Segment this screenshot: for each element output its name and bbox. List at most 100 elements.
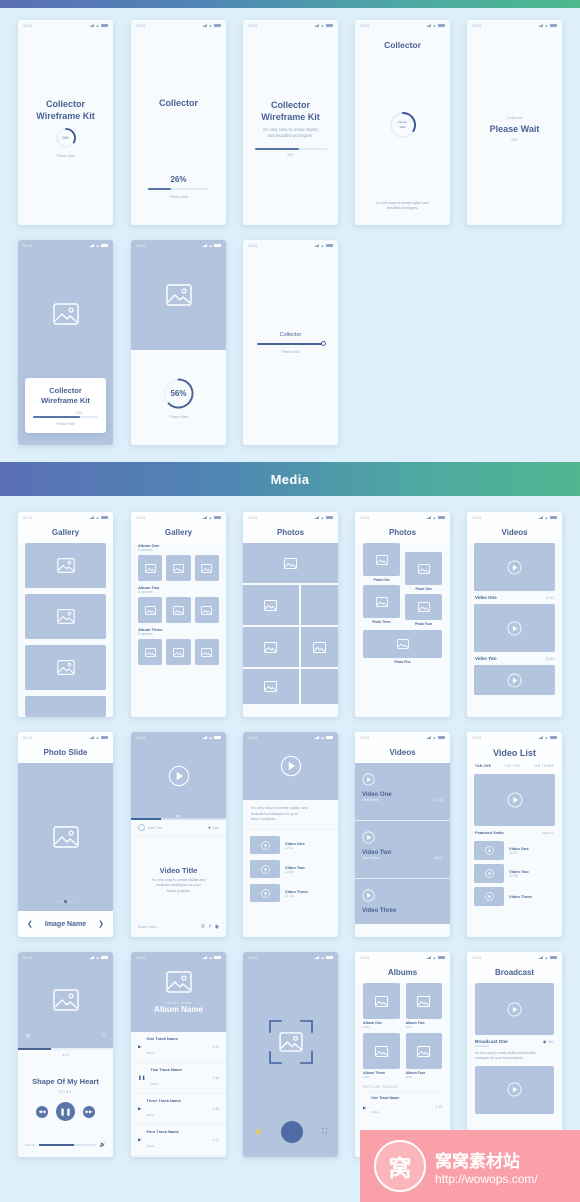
album-thumb[interactable] (138, 639, 163, 665)
play-icon[interactable]: ▶ (138, 1044, 141, 1050)
flash-icon[interactable]: ⚡ (254, 1128, 263, 1136)
video-progress[interactable] (131, 818, 226, 820)
photo-tile[interactable] (243, 669, 299, 704)
video-row[interactable]: Video Three (474, 885, 555, 908)
featured-video[interactable] (474, 774, 555, 826)
pause-button[interactable]: ❚❚ (56, 1102, 75, 1122)
album-thumb[interactable] (194, 597, 219, 623)
phone-gallery-list[interactable]: 12:11 ▲ Gallery (18, 512, 113, 717)
album-thumb[interactable] (166, 639, 191, 665)
track-row[interactable]: ▶ Four Track Name Album 4:21 (131, 1125, 226, 1156)
phone-camera[interactable]: 12:11 ▲ ⚡ ⛶ (243, 952, 338, 1157)
phone-splash-4[interactable]: 12:11 ▲ Collector Please Wait It's very e… (355, 20, 450, 225)
slide-dots[interactable] (18, 900, 113, 903)
album-thumb[interactable] (194, 555, 219, 581)
rewind-button[interactable]: ◀◀ (36, 1105, 48, 1118)
photo-tile[interactable] (363, 543, 400, 576)
play-icon[interactable] (507, 1082, 522, 1097)
chevron-right-icon[interactable]: ❯ (98, 920, 104, 928)
speaker-icon[interactable]: 🔊 (100, 1142, 106, 1148)
pause-icon[interactable]: ❚❚ (138, 1075, 146, 1081)
camera-controls[interactable]: ⚡ ⛶ (243, 1121, 338, 1157)
switch-camera-icon[interactable]: ⛶ (322, 1128, 327, 1136)
photo-tile[interactable] (363, 630, 442, 658)
play-icon[interactable] (362, 773, 375, 786)
forward-button[interactable]: ▶▶ (83, 1105, 95, 1118)
album-thumb[interactable] (166, 597, 191, 623)
phone-photos-grid[interactable]: 12:11 ▲ Photos (243, 512, 338, 717)
album-cover[interactable] (405, 983, 442, 1019)
photo-tile[interactable] (243, 585, 299, 625)
video-thumb[interactable] (474, 665, 555, 695)
phone-videos-stacked[interactable]: 12:11 ▲ Videos Video One User Name 12:11… (355, 732, 450, 937)
album-cover[interactable] (363, 1033, 400, 1069)
playlist-item[interactable]: Video One 12:11 (250, 833, 331, 857)
play-icon[interactable]: ▶ (138, 1137, 141, 1143)
phone-videos-feed[interactable]: 12:11 ▲ Videos Video One 12:11 Video Two… (467, 512, 562, 717)
video-card[interactable]: Video Two User Name 20:34 (355, 821, 450, 879)
play-icon[interactable] (280, 755, 302, 777)
album-thumb[interactable] (166, 555, 191, 581)
video-player[interactable]: 12:11 ▲ (243, 732, 338, 800)
video-thumb[interactable] (474, 604, 555, 652)
track-row[interactable]: ▶ Five Track NameAlbum 3:18 (131, 1156, 226, 1157)
photo-tile[interactable] (243, 543, 338, 583)
play-icon[interactable] (362, 889, 375, 902)
video-row[interactable]: Video One 16:47 (474, 839, 555, 862)
track-row[interactable]: ▶ Three Track Name Album 2:49 (131, 1094, 226, 1125)
shuffle-icon[interactable]: ⤬ (101, 1033, 106, 1040)
instagram-icon[interactable]: ◉ (215, 924, 219, 930)
track-row[interactable]: ▶ One Track Name Album 4:19 (131, 1032, 226, 1063)
broadcast-thumb[interactable] (475, 983, 554, 1035)
tab-three[interactable]: TAB THREE (533, 764, 554, 768)
gallery-photo[interactable] (25, 645, 106, 691)
tab-bar[interactable]: TAB ONE TAB TWO TAB THREE (467, 764, 562, 774)
section-action[interactable]: SEE ALL (542, 831, 554, 835)
photo-tile[interactable] (405, 594, 442, 620)
play-icon[interactable] (507, 792, 523, 808)
play-icon[interactable] (362, 831, 375, 844)
progress-bar[interactable] (148, 188, 209, 190)
phone-video-detail[interactable]: 12:11 ▲ 30% User Two ♥ Like Video Title … (131, 732, 226, 937)
track-row[interactable]: ▶ One Track Name Album 4:19 (363, 1096, 442, 1118)
shutter-button[interactable] (281, 1121, 304, 1143)
phone-photos-labeled[interactable]: 12:11 ▲ Photos Photo One Photo Three Pho… (355, 512, 450, 717)
phone-splash-3[interactable]: 12:11 ▲ Collector Wireframe Kit It's ver… (243, 20, 338, 225)
gallery-photo[interactable] (25, 594, 106, 640)
video-row[interactable]: Video Two 42:08 (474, 862, 555, 885)
progress-slider[interactable] (257, 341, 326, 347)
track-row[interactable]: ❚❚ Two Track Name Album 3:36 (131, 1063, 226, 1094)
progress-bar[interactable] (33, 416, 98, 418)
play-icon[interactable]: ▶ (138, 1106, 141, 1112)
tab-two[interactable]: TAB TWO (504, 764, 521, 768)
phone-splash-7[interactable]: 12:11 ▲ 56% Please Wait (131, 240, 226, 445)
tab-one[interactable]: TAB ONE (475, 764, 491, 768)
photo-tile[interactable] (300, 669, 338, 704)
video-card[interactable]: Video Three (355, 879, 450, 924)
play-icon[interactable] (507, 1002, 522, 1017)
twitter-icon[interactable]: ✆ (201, 924, 205, 930)
album-thumb[interactable] (194, 639, 219, 665)
album-cover[interactable] (363, 983, 400, 1019)
broadcast-thumb[interactable] (475, 1065, 554, 1114)
photo-tile[interactable] (363, 585, 400, 618)
chevron-left-icon[interactable]: ❮ (27, 920, 33, 928)
heart-icon[interactable]: ♥ (208, 825, 210, 830)
playlist-item[interactable]: Video Two 14:02 (250, 857, 331, 881)
album-thumb[interactable] (138, 555, 163, 581)
video-thumb[interactable] (474, 543, 555, 591)
phone-broadcast[interactable]: 12:11 ▲ Broadcast Broadcast One User Nam… (467, 952, 562, 1157)
photo-tile[interactable] (243, 627, 299, 667)
phone-photo-slide[interactable]: 12:11 ▲ Photo Slide ❮ Image Name ❯ (18, 732, 113, 937)
gallery-photo[interactable] (25, 543, 106, 589)
phone-music-player[interactable]: 12:11 ▲ ⟲ ⤬ 4:19 Shape Of My Heart STING… (18, 952, 113, 1157)
video-card[interactable]: Video One User Name 12:11 (355, 763, 450, 821)
gallery-photo[interactable] (25, 696, 106, 717)
progress-bar[interactable] (254, 148, 327, 151)
video-player[interactable]: 12:11 ▲ 30% (131, 732, 226, 820)
phone-video-playlist[interactable]: 12:11 ▲ It's very easy to create stylish… (243, 732, 338, 937)
phone-splash-8[interactable]: 12:11 ▲ Collector Please Wait (243, 240, 338, 445)
phone-splash-6[interactable]: 12:11 ▲ Collector Wireframe Kit 72% Plea… (18, 240, 113, 445)
play-icon[interactable]: ▶ (363, 1105, 366, 1110)
repeat-icon[interactable]: ⟲ (25, 1033, 30, 1040)
